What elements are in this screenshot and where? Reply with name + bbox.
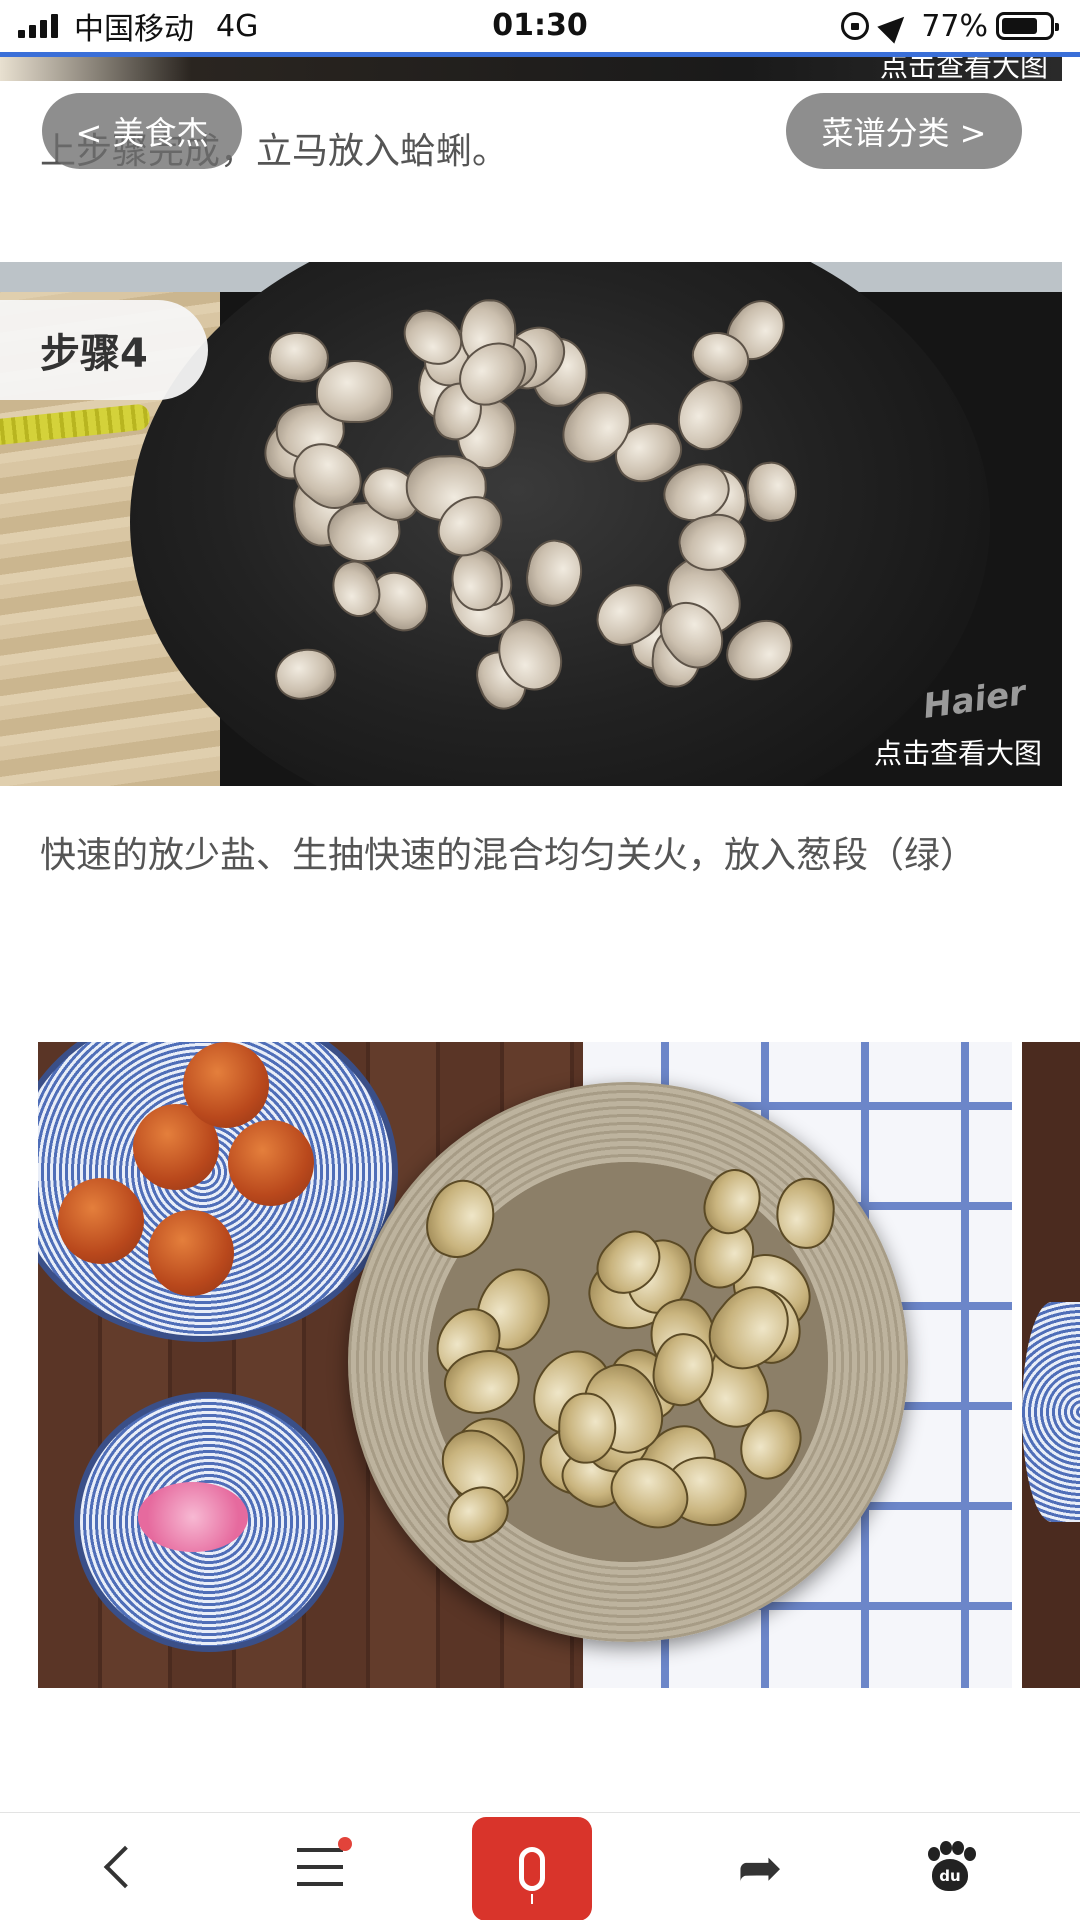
chevron-left-icon	[103, 1845, 147, 1889]
page-load-progress	[0, 52, 1080, 57]
clams-in-bowl	[408, 1161, 848, 1562]
view-large-image-link[interactable]: 点击查看大图	[880, 57, 1048, 81]
lychee	[183, 1042, 269, 1128]
clam	[315, 359, 393, 424]
rotation-lock-icon	[841, 12, 870, 40]
share-icon: ➦	[737, 1835, 783, 1899]
clams-in-wok	[250, 289, 810, 732]
bottom-toolbar: ➦ du	[0, 1812, 1080, 1920]
previous-step-image[interactable]: 点击查看大图	[0, 57, 1062, 81]
baidu-home-button[interactable]: du	[900, 1813, 1000, 1920]
microphone-icon	[519, 1847, 545, 1904]
lychee	[148, 1210, 234, 1296]
flower	[138, 1482, 248, 1552]
back-button[interactable]	[80, 1813, 170, 1920]
clam	[744, 458, 801, 525]
step-number-label: 步骤4	[0, 300, 208, 400]
share-button[interactable]: ➦	[710, 1813, 810, 1920]
baidu-paw-icon: du	[924, 1841, 976, 1893]
next-image-peek[interactable]	[1022, 1042, 1080, 1688]
clam	[415, 1170, 506, 1269]
baidu-du-label: du	[932, 1859, 968, 1891]
finished-dish-image[interactable]	[38, 1042, 1012, 1688]
step-description: 快速的放少盐、生抽快速的混合均匀关火，放入葱段（绿）	[40, 835, 977, 876]
location-icon	[877, 8, 913, 44]
notification-dot	[338, 1837, 352, 1851]
menu-button[interactable]	[270, 1813, 370, 1920]
battery-percent: 77%	[921, 8, 988, 44]
lychee	[228, 1120, 314, 1206]
status-right: 77%	[841, 8, 1059, 44]
view-large-image-link[interactable]: 点击查看大图	[874, 732, 1042, 772]
clam	[521, 535, 589, 612]
battery-icon	[996, 12, 1059, 40]
back-to-meishij-button[interactable]: < 美食杰	[42, 93, 242, 169]
voice-search-button[interactable]	[472, 1813, 592, 1920]
lychee	[58, 1178, 144, 1264]
clam	[270, 643, 340, 704]
recipe-category-button[interactable]: 菜谱分类 >	[786, 93, 1022, 169]
status-bar: 中国移动 4G 01:30 77%	[0, 0, 1080, 52]
clam	[773, 1175, 838, 1251]
menu-icon	[297, 1848, 343, 1886]
